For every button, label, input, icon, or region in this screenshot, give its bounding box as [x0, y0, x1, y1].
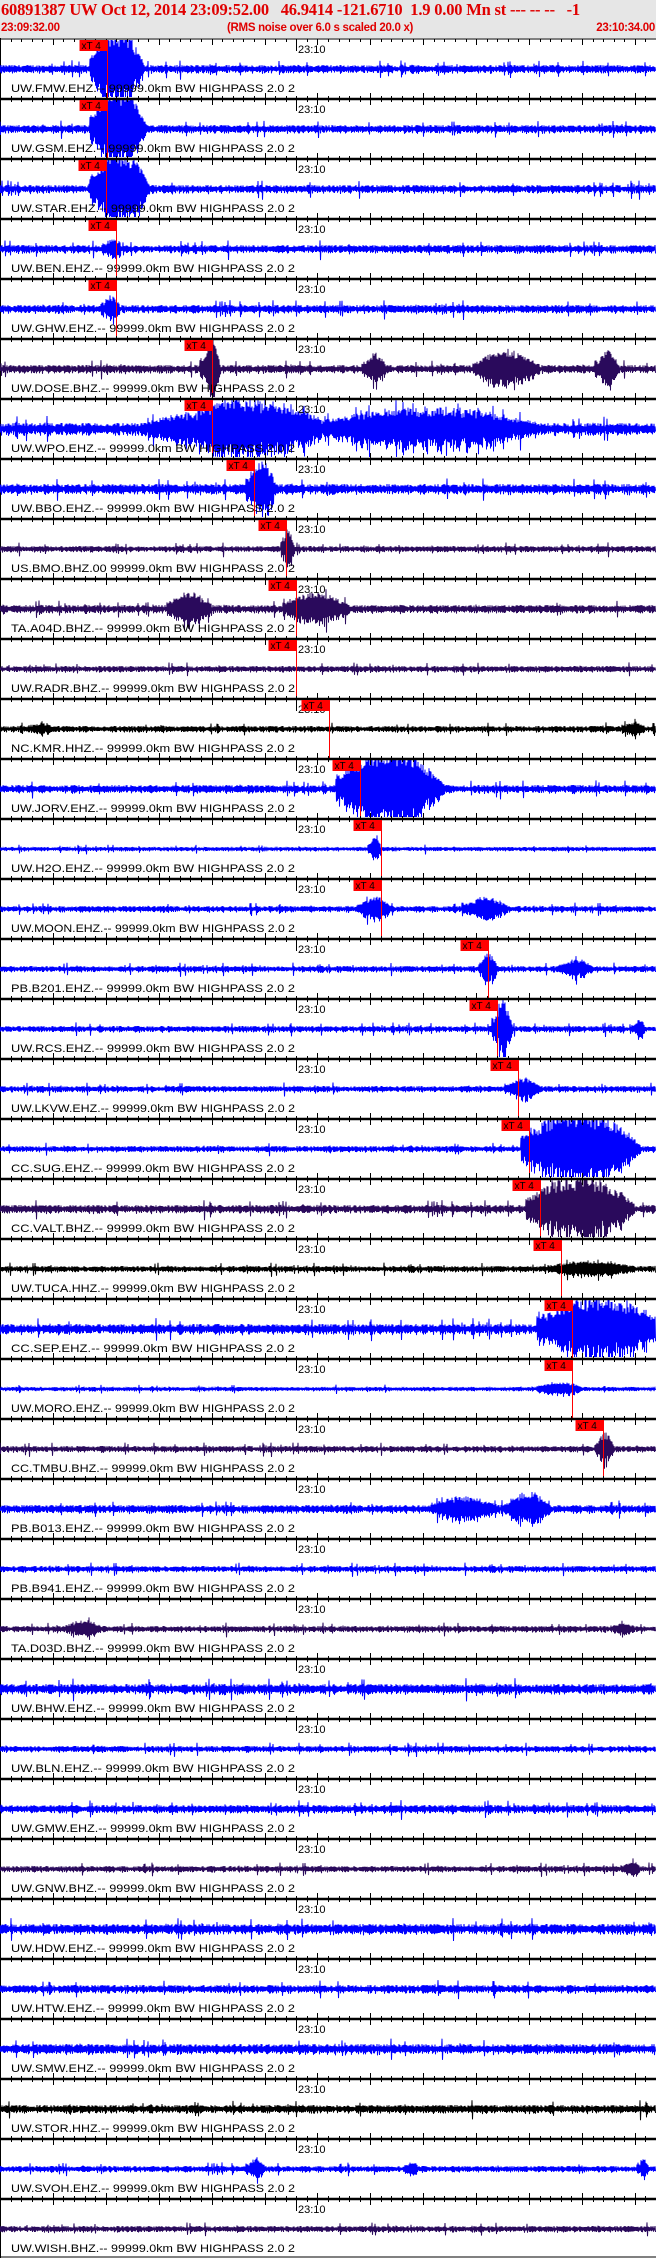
- minute-label: 23:10: [298, 2084, 326, 2096]
- waveform-trace: [0, 2222, 656, 2237]
- pick-label: xT 4: [229, 461, 249, 472]
- minute-label: 23:10: [298, 1364, 326, 1376]
- pick-label: xT 4: [82, 101, 102, 112]
- minute-label: 23:10: [298, 404, 326, 416]
- waveform-trace: [0, 1617, 656, 1640]
- waveform-trace: [0, 2100, 656, 2121]
- waveform-trace: [0, 1678, 656, 1702]
- minute-label: 23:10: [298, 884, 326, 896]
- waveform-trace: [0, 2157, 656, 2184]
- pick-label: xT 4: [304, 701, 324, 712]
- waveform-trace: [0, 1918, 656, 1942]
- minute-label: 23:10: [298, 104, 326, 116]
- minute-label: 23:10: [298, 1544, 326, 1556]
- pick-label: xT 4: [493, 1061, 513, 1072]
- seismogram-panels: 23:10UW.FMW.EHZ.-- 99999.0km BW HIGHPASS…: [0, 38, 656, 2258]
- pick-label: xT 4: [547, 1301, 567, 1312]
- waveform-trace: [0, 953, 656, 986]
- waveform-trace: [0, 835, 656, 861]
- waveform-trace: [0, 896, 656, 925]
- station-label: UW.WISH.BHZ.-- 99999.0km BW HIGHPASS 2.0…: [11, 2243, 295, 2255]
- waveform-trace: [0, 1259, 656, 1281]
- minute-label: 23:10: [298, 824, 326, 836]
- minute-label: 23:10: [298, 464, 326, 476]
- minute-label: 23:10: [298, 2144, 326, 2156]
- waveform-trace: [0, 662, 656, 677]
- minute-label: 23:10: [298, 1964, 326, 1976]
- minute-label: 23:10: [298, 1724, 326, 1736]
- minute-label: 23:10: [298, 1604, 326, 1616]
- minute-label: 23:10: [298, 1664, 326, 1676]
- waveform-trace: [0, 239, 656, 261]
- pick-label: xT 4: [261, 521, 281, 532]
- pick-label: xT 4: [81, 161, 101, 172]
- minute-label: 23:10: [298, 1784, 326, 1796]
- minute-label: 23:10: [298, 164, 326, 176]
- minute-label: 23:10: [298, 2024, 326, 2036]
- pick-label: xT 4: [335, 761, 355, 772]
- minute-label: 23:10: [298, 1184, 326, 1196]
- pick-label: xT 4: [82, 41, 102, 52]
- waveform-trace: [0, 1077, 656, 1103]
- pick-label: xT 4: [187, 341, 207, 352]
- minute-label: 23:10: [298, 1304, 326, 1316]
- pick-label: xT 4: [91, 281, 111, 292]
- waveform-trace: [0, 1742, 656, 1758]
- event-header: 60891387 UW Oct 12, 2014 23:09:52.00 46.…: [0, 0, 656, 38]
- minute-label: 23:10: [298, 1004, 326, 1016]
- minute-label: 23:10: [298, 1904, 326, 1916]
- pick-label: xT 4: [463, 941, 483, 952]
- minute-label: 23:10: [298, 1424, 326, 1436]
- pick-label: xT 4: [271, 581, 291, 592]
- pick-label: xT 4: [504, 1121, 524, 1132]
- minute-label: 23:10: [298, 1124, 326, 1136]
- waveform-trace: [0, 1562, 656, 1577]
- pick-label: xT 4: [356, 821, 376, 832]
- waveform-trace: [0, 1858, 656, 1877]
- pick-label: xT 4: [187, 401, 207, 412]
- waveform-trace: [0, 1382, 656, 1397]
- minute-label: 23:10: [298, 764, 326, 776]
- pick-label: xT 4: [536, 1241, 556, 1252]
- minute-label: 23:10: [298, 44, 326, 56]
- start-time: 23:09:32.00: [1, 22, 60, 34]
- minute-label: 23:10: [298, 644, 326, 656]
- pick-label: xT 4: [356, 881, 376, 892]
- waveform-trace: [0, 718, 656, 740]
- minute-label: 23:10: [298, 344, 326, 356]
- pick-label: xT 4: [472, 1001, 492, 1012]
- minute-label: 23:10: [298, 1064, 326, 1076]
- waveform-trace: [0, 295, 656, 325]
- minute-label: 23:10: [298, 1244, 326, 1256]
- minute-label: 23:10: [298, 1844, 326, 1856]
- pick-label: xT 4: [271, 641, 291, 652]
- pick-label: xT 4: [91, 221, 111, 232]
- minute-label: 23:10: [298, 2204, 326, 2216]
- waveform-trace: [0, 1491, 656, 1527]
- minute-label: 23:10: [298, 584, 326, 596]
- waveform-trace: [0, 1980, 656, 2000]
- waveform-trace: [0, 1800, 656, 1820]
- minute-label: 23:10: [298, 284, 326, 296]
- event-title: 60891387 UW Oct 12, 2014 23:09:52.00 46.…: [1, 0, 580, 19]
- pick-label: xT 4: [547, 1361, 567, 1372]
- pick-label: xT 4: [515, 1181, 535, 1192]
- minute-label: 23:10: [298, 224, 326, 236]
- waveform-trace: [0, 2038, 656, 2060]
- pick-label: xT 4: [578, 1421, 598, 1432]
- rms-noise-note: (RMS noise over 6.0 s scaled 20.0 x): [227, 22, 414, 34]
- minute-label: 23:10: [298, 1484, 326, 1496]
- end-time: 23:10:34.00: [596, 22, 655, 34]
- minute-label: 23:10: [298, 944, 326, 956]
- minute-label: 23:10: [298, 524, 326, 536]
